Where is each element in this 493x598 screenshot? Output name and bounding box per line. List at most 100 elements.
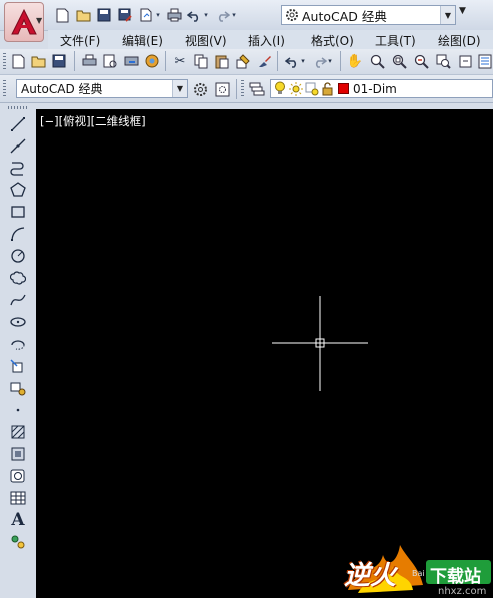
undo-icon[interactable]: [186, 7, 202, 23]
redo-dropdown-icon[interactable]: ▾: [326, 52, 334, 70]
new-icon[interactable]: [54, 7, 70, 23]
rectangle-icon[interactable]: [9, 203, 27, 221]
redo-icon[interactable]: [214, 7, 230, 23]
gear-icon: [284, 7, 300, 23]
table-icon[interactable]: [9, 489, 27, 507]
hatch-icon[interactable]: [9, 423, 27, 441]
gradient-icon[interactable]: [9, 445, 27, 463]
save-icon[interactable]: [96, 7, 112, 23]
arc-icon[interactable]: [9, 225, 27, 243]
circle-icon[interactable]: [9, 247, 27, 265]
zoom-dropdown-icon[interactable]: [456, 52, 474, 70]
redo-dropdown-icon[interactable]: ▾: [230, 7, 238, 23]
toolbar-grip[interactable]: [8, 106, 28, 109]
preview-icon[interactable]: [101, 52, 119, 70]
autocad-logo-icon: [11, 8, 37, 35]
multiline-text-icon[interactable]: A: [9, 510, 27, 530]
3d-dwf-icon[interactable]: [143, 52, 161, 70]
zoom-extents-icon[interactable]: [434, 52, 452, 70]
point-icon[interactable]: [9, 401, 27, 419]
watermark-url: nhxz.com: [438, 586, 487, 597]
spline-icon[interactable]: [9, 291, 27, 309]
open-icon[interactable]: [29, 52, 47, 70]
insert-block-icon[interactable]: [9, 357, 27, 375]
current-layer-name: 01-Dim: [353, 81, 397, 96]
save-icon[interactable]: [50, 52, 68, 70]
polyline-icon[interactable]: [9, 159, 27, 177]
toolbar-separator: [277, 51, 278, 71]
pan-icon[interactable]: ✋: [346, 52, 364, 70]
menu-bar: 文件(F) 编辑(E) 视图(V) 插入(I) 格式(O) 工具(T) 绘图(D…: [48, 30, 493, 49]
line-icon[interactable]: [9, 115, 27, 133]
saveas-icon[interactable]: [117, 7, 133, 23]
ellipse-arc-icon[interactable]: [9, 335, 27, 353]
toolbar-separator: [74, 51, 75, 71]
watermark-small-text: Bai: [412, 569, 425, 578]
brush-icon[interactable]: [255, 52, 273, 70]
properties-icon[interactable]: [476, 52, 493, 70]
undo-dropdown-icon[interactable]: ▾: [202, 7, 210, 23]
toolbar-separator: [165, 51, 166, 71]
sun-icon[interactable]: [288, 81, 304, 97]
publish-icon[interactable]: [138, 7, 154, 23]
toolbar-separator: [340, 51, 341, 71]
toolbar-grip[interactable]: [241, 80, 244, 97]
chevron-down-icon[interactable]: ▼: [172, 80, 187, 97]
region-icon[interactable]: [9, 467, 27, 485]
zoom-previous-icon[interactable]: [412, 52, 430, 70]
revision-cloud-icon[interactable]: [9, 269, 27, 287]
site-watermark: 逆火 Bai 下载站 nhxz.com: [338, 535, 493, 598]
construction-line-icon[interactable]: [9, 137, 27, 155]
toolbar-grip[interactable]: [3, 80, 6, 97]
undo-dropdown-icon[interactable]: ▾: [299, 52, 307, 70]
ellipse-icon[interactable]: [9, 313, 27, 331]
zoom-window-icon[interactable]: [390, 52, 408, 70]
copy-icon[interactable]: [192, 52, 210, 70]
layer-color-swatch: [338, 83, 349, 94]
workspace-select[interactable]: AutoCAD 经典 ▼: [16, 79, 188, 98]
toolbar-separator: [236, 79, 237, 99]
menu-insert[interactable]: 插入(I): [248, 32, 285, 49]
draw-toolbar: A: [5, 104, 31, 554]
plot-icon[interactable]: [122, 52, 140, 70]
crosshair-cursor: [272, 296, 368, 391]
cut-icon[interactable]: ✂: [171, 52, 189, 70]
my-workspace-icon[interactable]: [213, 80, 231, 98]
layer-properties-icon[interactable]: [248, 80, 266, 98]
add-selected-icon[interactable]: [9, 533, 27, 551]
watermark-brand: 逆火: [344, 561, 397, 591]
publish-dropdown-icon[interactable]: ▾: [154, 7, 162, 23]
menu-format[interactable]: 格式(O): [311, 32, 354, 49]
zoom-realtime-icon[interactable]: [368, 52, 386, 70]
unlock-icon[interactable]: [320, 81, 336, 97]
watermark-site-label: 下载站: [430, 567, 481, 587]
quick-access-toolbar: ▾ ▾ ▾: [54, 6, 238, 24]
workspace-settings-icon[interactable]: [191, 80, 209, 98]
menu-edit[interactable]: 编辑(E): [122, 32, 163, 49]
toolbar-grip[interactable]: [3, 53, 6, 70]
menu-file[interactable]: 文件(F): [60, 32, 100, 49]
customize-qat-icon[interactable]: ▼: [459, 6, 473, 22]
polygon-icon[interactable]: [9, 181, 27, 199]
menu-tools[interactable]: 工具(T): [375, 32, 416, 49]
make-block-icon[interactable]: [9, 379, 27, 397]
standard-toolbar: ✂ ▾ ▾ ✋: [0, 49, 493, 75]
viewport-freeze-icon[interactable]: [304, 81, 320, 97]
workspace-dropdown[interactable]: AutoCAD 经典 ▼: [281, 5, 456, 25]
print-icon[interactable]: [166, 7, 182, 23]
open-icon[interactable]: [75, 7, 91, 23]
workspace-label: AutoCAD 经典: [302, 8, 387, 24]
menu-view[interactable]: 视图(V): [185, 32, 227, 49]
chevron-down-icon[interactable]: ▼: [440, 6, 455, 24]
app-menu-chevron-icon[interactable]: ▼: [36, 16, 42, 25]
menu-draw[interactable]: 绘图(D): [438, 32, 481, 49]
workspace-select-value: AutoCAD 经典: [21, 82, 103, 96]
print-icon[interactable]: [80, 52, 98, 70]
drawing-canvas[interactable]: [36, 109, 493, 598]
lightbulb-icon[interactable]: [272, 81, 288, 97]
paste-icon[interactable]: [213, 52, 231, 70]
new-icon[interactable]: [9, 52, 27, 70]
match-properties-icon[interactable]: [234, 52, 252, 70]
layer-dropdown[interactable]: 01-Dim: [270, 79, 493, 98]
viewport-controls-label[interactable]: [−][俯视][二维线框]: [40, 113, 146, 129]
